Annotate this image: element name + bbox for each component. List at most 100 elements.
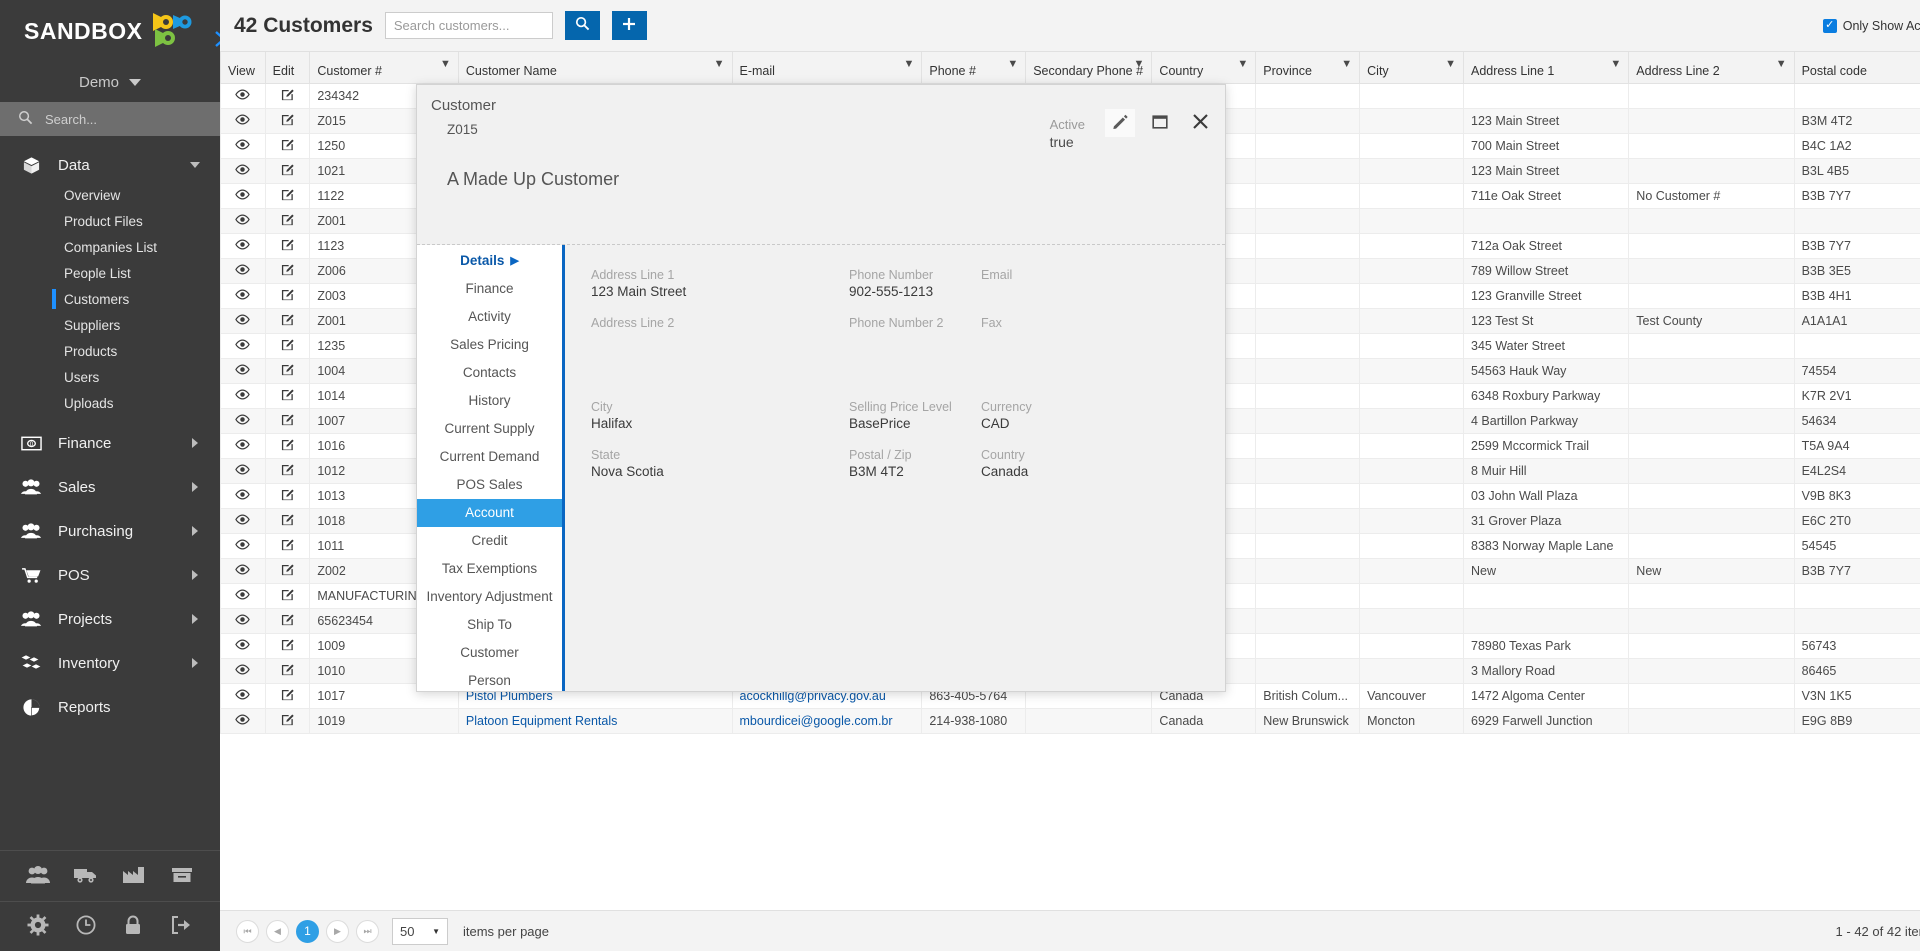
sidebar-group-pos[interactable]: POS [0,558,220,592]
modal-tab-current-supply[interactable]: Current Supply [417,415,562,443]
pencil-square-icon[interactable] [281,314,295,329]
modal-tab-person[interactable]: Person [417,667,562,691]
pencil-square-icon[interactable] [281,264,295,279]
view-cell[interactable] [220,382,266,409]
pencil-square-icon[interactable] [281,214,295,229]
view-cell[interactable] [220,632,266,659]
brand-logo[interactable]: SANDBOX [0,0,220,62]
modal-tab-ship-to[interactable]: Ship To [417,611,562,639]
eye-icon[interactable] [235,263,251,278]
view-cell[interactable] [220,232,266,259]
sidebar-group-finance[interactable]: 0 Finance [0,426,220,460]
edit-cell[interactable] [264,632,311,659]
pencil-square-icon[interactable] [281,614,295,629]
view-cell[interactable] [220,682,266,709]
edit-cell[interactable] [264,382,311,409]
eye-icon[interactable] [235,688,251,703]
view-cell[interactable] [220,282,266,309]
logout-icon[interactable] [169,914,193,939]
edit-cell[interactable] [264,157,311,184]
search-button[interactable] [564,11,600,40]
view-cell[interactable] [220,107,266,134]
pencil-square-icon[interactable] [281,414,295,429]
view-cell[interactable] [220,457,266,484]
eye-icon[interactable] [235,163,251,178]
prev-page-button[interactable]: ◀ [266,919,289,943]
view-cell[interactable] [220,82,266,109]
eye-icon[interactable] [235,238,251,253]
col-address-line-2[interactable]: Address Line 2 ▼ [1628,52,1795,84]
view-cell[interactable] [220,307,266,334]
col-address-line-1[interactable]: Address Line 1 ▼ [1462,52,1630,84]
filter-icon[interactable]: ▼ [1610,58,1621,70]
sidebar-item-people-list[interactable]: People List [0,260,220,286]
pencil-square-icon[interactable] [281,389,295,404]
table-row[interactable]: 1019 Platoon Equipment Rentals mbourdicei@… [220,707,1920,734]
sidebar-item-suppliers[interactable]: Suppliers [0,312,220,338]
view-cell[interactable] [220,157,266,184]
col-customer-name[interactable]: Customer Name ▼ [457,52,733,84]
edit-cell[interactable] [264,257,311,284]
modal-close-button[interactable] [1185,109,1215,137]
clock-icon[interactable] [75,914,97,939]
view-cell[interactable] [220,607,266,634]
pencil-square-icon[interactable] [281,239,295,254]
sidebar-group-projects[interactable]: Projects [0,602,220,636]
modal-maximize-button[interactable] [1145,109,1175,137]
eye-icon[interactable] [235,188,251,203]
eye-icon[interactable] [235,563,251,578]
modal-tab-contacts[interactable]: Contacts [417,359,562,387]
sidebar-item-overview[interactable]: Overview [0,182,220,208]
modal-tab-sales-pricing[interactable]: Sales Pricing [417,331,562,359]
add-customer-button[interactable] [611,11,647,40]
view-cell[interactable] [220,357,266,384]
pencil-square-icon[interactable] [281,589,295,604]
edit-cell[interactable] [264,482,311,509]
modal-tab-finance[interactable]: Finance [417,275,562,303]
modal-tab-pos-sales[interactable]: POS Sales [417,471,562,499]
sidebar-group-purchasing[interactable]: Purchasing [0,514,220,548]
edit-cell[interactable] [264,132,311,159]
view-cell[interactable] [220,532,266,559]
last-page-button[interactable]: ⏭ [356,919,379,943]
pencil-square-icon[interactable] [281,114,295,129]
view-cell[interactable] [220,482,266,509]
archive-icon[interactable] [169,866,195,887]
eye-icon[interactable] [235,613,251,628]
sidebar-item-products[interactable]: Products [0,338,220,364]
edit-cell[interactable] [264,432,311,459]
edit-cell[interactable] [264,357,311,384]
sidebar-item-users[interactable]: Users [0,364,220,390]
view-cell[interactable] [220,507,266,534]
sidebar-item-companies-list[interactable]: Companies List [0,234,220,260]
eye-icon[interactable] [235,488,251,503]
edit-cell[interactable] [264,232,311,259]
pencil-square-icon[interactable] [281,714,295,729]
edit-cell[interactable] [264,332,311,359]
eye-icon[interactable] [235,713,251,728]
eye-icon[interactable] [235,463,251,478]
edit-cell[interactable] [264,682,311,709]
col-view[interactable]: View [220,52,266,84]
modal-tab-inventory-adjustment[interactable]: Inventory Adjustment [417,583,562,611]
edit-cell[interactable] [264,657,311,684]
sidebar-item-product-files[interactable]: Product Files [0,208,220,234]
eye-icon[interactable] [235,138,251,153]
search-input[interactable] [384,12,553,39]
edit-cell[interactable] [264,107,311,134]
pencil-square-icon[interactable] [281,364,295,379]
eye-icon[interactable] [235,363,251,378]
filter-icon[interactable]: ▼ [1237,58,1248,70]
gear-icon[interactable] [27,914,49,939]
eye-icon[interactable] [235,588,251,603]
checkbox-checked-icon[interactable]: ✓ [1822,18,1837,33]
sidebar-group-sales[interactable]: Sales [0,470,220,504]
sidebar-group-reports[interactable]: Reports [0,690,220,724]
col-city[interactable]: City ▼ [1359,52,1464,84]
customer-email-link[interactable]: mbourdicei@google.com.br [740,714,893,728]
modal-tab-details[interactable]: Details ▶ [417,247,562,275]
sidebar-group-inventory[interactable]: Inventory [0,646,220,680]
pencil-square-icon[interactable] [281,439,295,454]
pencil-square-icon[interactable] [281,489,295,504]
filter-icon[interactable]: ▼ [714,58,725,70]
